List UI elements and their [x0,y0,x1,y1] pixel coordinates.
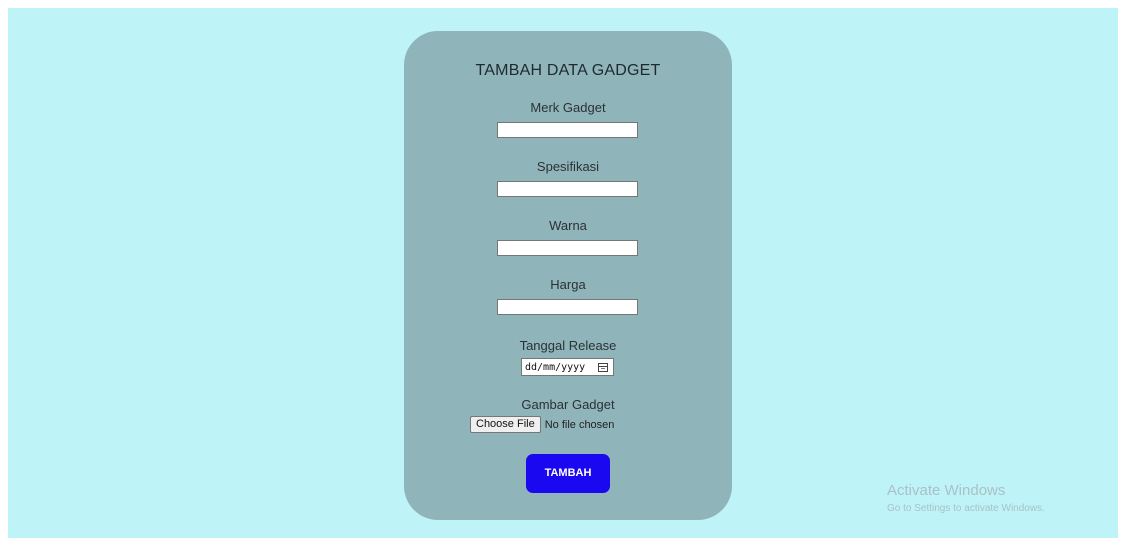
spesifikasi-label: Spesifikasi [536,159,600,174]
field-merk-gadget: Merk Gadget [404,100,732,138]
field-tanggal-release: Tanggal Release dd/mm/yyyy [404,338,732,376]
field-spesifikasi: Spesifikasi [404,159,732,197]
activate-windows-watermark: Activate Windows Go to Settings to activ… [887,482,1045,516]
harga-label: Harga [550,277,586,292]
date-placeholder: dd/mm/yyyy [525,361,586,373]
calendar-icon[interactable] [598,362,608,372]
spesifikasi-input[interactable] [497,181,638,197]
form-title: TAMBAH DATA GADGET [475,62,661,79]
merk-gadget-input[interactable] [497,122,638,138]
tambah-button[interactable]: TAMBAH [526,454,610,493]
gambar-gadget-label: Gambar Gadget [521,397,615,412]
harga-input[interactable] [497,299,638,315]
tanggal-release-label: Tanggal Release [519,338,617,353]
warna-input[interactable] [497,240,638,256]
warna-label: Warna [549,218,587,233]
file-picker: Choose File No file chosen [470,416,614,433]
form-card: TAMBAH DATA GADGET Merk Gadget Spesifika… [404,31,732,520]
page-background: TAMBAH DATA GADGET Merk Gadget Spesifika… [8,8,1118,538]
tanggal-release-input[interactable]: dd/mm/yyyy [521,358,614,376]
field-warna: Warna [404,218,732,256]
file-status: No file chosen [544,418,615,431]
field-harga: Harga [404,277,732,315]
watermark-subtitle: Go to Settings to activate Windows. [887,503,1045,514]
field-gambar-gadget: Gambar Gadget Choose File No file chosen [404,397,732,433]
choose-file-button[interactable]: Choose File [470,416,541,433]
merk-gadget-label: Merk Gadget [530,100,606,115]
watermark-title: Activate Windows [887,482,1006,499]
